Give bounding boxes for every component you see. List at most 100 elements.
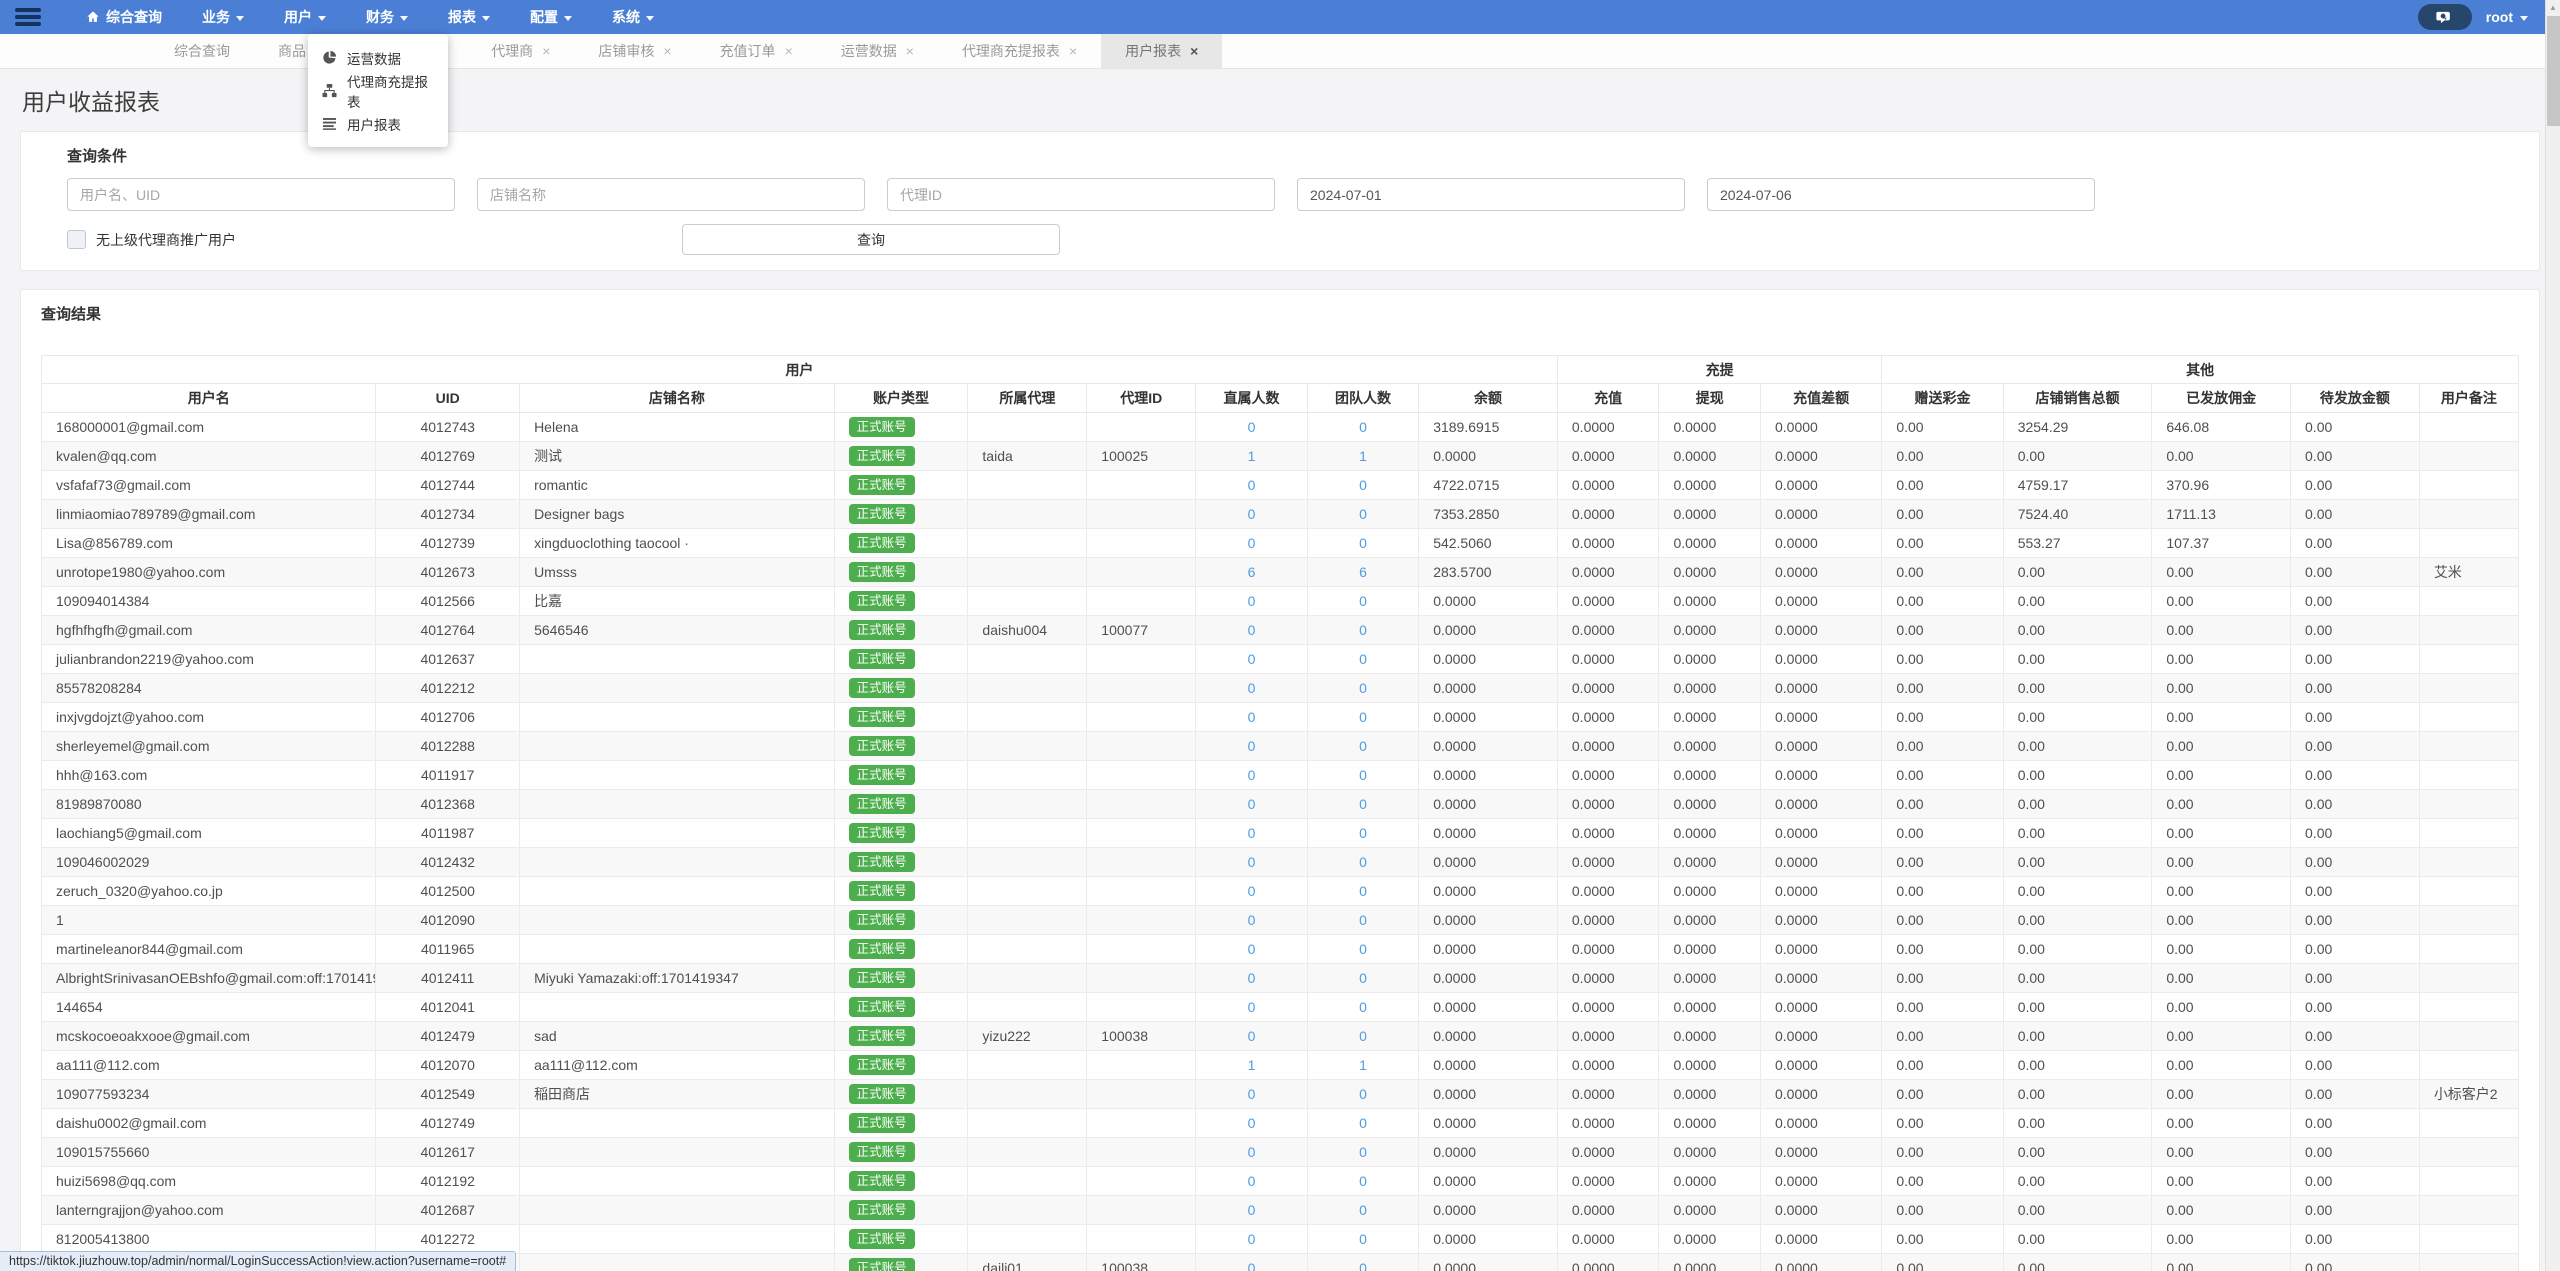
team-count-link[interactable]: 0 (1359, 1144, 1367, 1160)
direct-count-link[interactable]: 0 (1248, 854, 1256, 870)
team-count-link[interactable]: 0 (1359, 912, 1367, 928)
team-count-link[interactable]: 0 (1359, 535, 1367, 551)
direct-count-link[interactable]: 0 (1248, 419, 1256, 435)
shop-name-input[interactable] (477, 178, 865, 211)
direct-count-link[interactable]: 0 (1248, 1144, 1256, 1160)
close-icon[interactable]: × (785, 44, 793, 58)
nav-menu-item[interactable]: 综合查询 (86, 7, 162, 27)
search-button[interactable]: 查询 (682, 224, 1060, 255)
direct-count-link[interactable]: 0 (1248, 1173, 1256, 1189)
direct-count-link[interactable]: 0 (1248, 651, 1256, 667)
close-icon[interactable]: × (906, 44, 914, 58)
direct-count-link[interactable]: 0 (1248, 622, 1256, 638)
direct-count-link[interactable]: 1 (1248, 448, 1256, 464)
direct-count-link[interactable]: 0 (1248, 477, 1256, 493)
nav-menu-item[interactable]: 系统 (612, 7, 654, 27)
direct-count-link[interactable]: 0 (1248, 1086, 1256, 1102)
scrollbar-thumb[interactable] (2547, 16, 2560, 126)
team-count-link[interactable]: 0 (1359, 680, 1367, 696)
cell-bonus: 0.00 (1881, 557, 2004, 587)
date-from-input[interactable] (1297, 178, 1685, 211)
direct-count-link[interactable]: 0 (1248, 738, 1256, 754)
close-icon[interactable]: × (663, 44, 671, 58)
team-count-link[interactable]: 0 (1359, 1028, 1367, 1044)
team-count-link[interactable]: 0 (1359, 825, 1367, 841)
cell-shop-sales: 0.00 (2002, 1166, 2153, 1196)
direct-count-link[interactable]: 0 (1248, 999, 1256, 1015)
team-count-link[interactable]: 0 (1359, 883, 1367, 899)
username-uid-input[interactable] (67, 178, 455, 211)
direct-count-link[interactable]: 0 (1248, 796, 1256, 812)
dropdown-menu-item[interactable]: 用户报表 (308, 107, 448, 140)
tab[interactable]: 代理商充提报表 × (938, 34, 1101, 68)
user-menu[interactable]: root (2486, 9, 2528, 25)
tab[interactable]: 综合查询 × (150, 34, 254, 68)
cell-account-type: 正式账号 (833, 1108, 969, 1138)
team-count-link[interactable]: 1 (1359, 1057, 1367, 1073)
team-count-link[interactable]: 0 (1359, 622, 1367, 638)
team-count-link[interactable]: 0 (1359, 506, 1367, 522)
team-count-link[interactable]: 0 (1359, 593, 1367, 609)
team-count-link[interactable]: 0 (1359, 767, 1367, 783)
tab[interactable]: 代理商 × (467, 34, 574, 68)
tab[interactable]: 店铺审核 × (574, 34, 695, 68)
direct-count-link[interactable]: 0 (1248, 1115, 1256, 1131)
dropdown-menu-item[interactable]: 代理商充提报表 (308, 74, 448, 110)
direct-count-link[interactable]: 0 (1248, 1028, 1256, 1044)
team-count-link[interactable]: 1 (1359, 448, 1367, 464)
tab[interactable]: 运营数据 × (817, 34, 938, 68)
team-count-link[interactable]: 0 (1359, 709, 1367, 725)
direct-count-link[interactable]: 0 (1248, 1231, 1256, 1247)
team-count-link[interactable]: 0 (1359, 970, 1367, 986)
team-count-link[interactable]: 0 (1359, 738, 1367, 754)
nav-menu-item[interactable]: 配置 (530, 7, 572, 27)
nav-menu-item[interactable]: 财务 (366, 7, 408, 27)
team-count-link[interactable]: 0 (1359, 999, 1367, 1015)
direct-count-link[interactable]: 0 (1248, 883, 1256, 899)
direct-count-link[interactable]: 0 (1248, 1202, 1256, 1218)
nav-menu-item[interactable]: 业务 (202, 7, 244, 27)
cell-commission-paid: 646.08 (2151, 412, 2292, 442)
no-upper-agent-checkbox[interactable] (67, 230, 86, 249)
direct-count-link[interactable]: 0 (1248, 912, 1256, 928)
direct-count-link[interactable]: 0 (1248, 506, 1256, 522)
team-count-link[interactable]: 0 (1359, 941, 1367, 957)
close-icon[interactable]: × (1190, 44, 1198, 58)
direct-count-link[interactable]: 0 (1248, 680, 1256, 696)
team-count-link[interactable]: 0 (1359, 854, 1367, 870)
close-icon[interactable]: × (1069, 44, 1077, 58)
direct-count-link[interactable]: 6 (1248, 564, 1256, 580)
direct-count-link[interactable]: 0 (1248, 825, 1256, 841)
team-count-link[interactable]: 0 (1359, 1115, 1367, 1131)
direct-count-link[interactable]: 0 (1248, 1260, 1256, 1271)
team-count-link[interactable]: 0 (1359, 477, 1367, 493)
dropdown-menu-item[interactable]: 运营数据 (308, 41, 448, 74)
team-count-link[interactable]: 0 (1359, 796, 1367, 812)
direct-count-link[interactable]: 0 (1248, 941, 1256, 957)
tab[interactable]: 充值订单 × (696, 34, 817, 68)
agent-id-input[interactable] (887, 178, 1275, 211)
date-to-input[interactable] (1707, 178, 2095, 211)
scroll-up-arrow-icon[interactable]: ▲ (2546, 0, 2560, 15)
direct-count-link[interactable]: 0 (1248, 593, 1256, 609)
team-count-link[interactable]: 0 (1359, 1260, 1367, 1271)
hamburger-menu-icon[interactable] (0, 0, 56, 34)
team-count-link[interactable]: 0 (1359, 1086, 1367, 1102)
messages-button[interactable] (2417, 4, 2472, 30)
close-icon[interactable]: × (542, 44, 550, 58)
nav-menu-item[interactable]: 用户 (284, 7, 326, 27)
direct-count-link[interactable]: 0 (1248, 767, 1256, 783)
direct-count-link[interactable]: 0 (1248, 970, 1256, 986)
team-count-link[interactable]: 0 (1359, 419, 1367, 435)
direct-count-link[interactable]: 0 (1248, 709, 1256, 725)
team-count-link[interactable]: 0 (1359, 1231, 1367, 1247)
nav-menu-item[interactable]: 报表 (448, 7, 490, 27)
team-count-link[interactable]: 0 (1359, 1202, 1367, 1218)
direct-count-link[interactable]: 1 (1248, 1057, 1256, 1073)
team-count-link[interactable]: 6 (1359, 564, 1367, 580)
team-count-link[interactable]: 0 (1359, 651, 1367, 667)
tab[interactable]: 用户报表 × (1101, 34, 1223, 68)
team-count-link[interactable]: 0 (1359, 1173, 1367, 1189)
direct-count-link[interactable]: 0 (1248, 535, 1256, 551)
vertical-scrollbar[interactable]: ▲ (2545, 0, 2560, 1271)
